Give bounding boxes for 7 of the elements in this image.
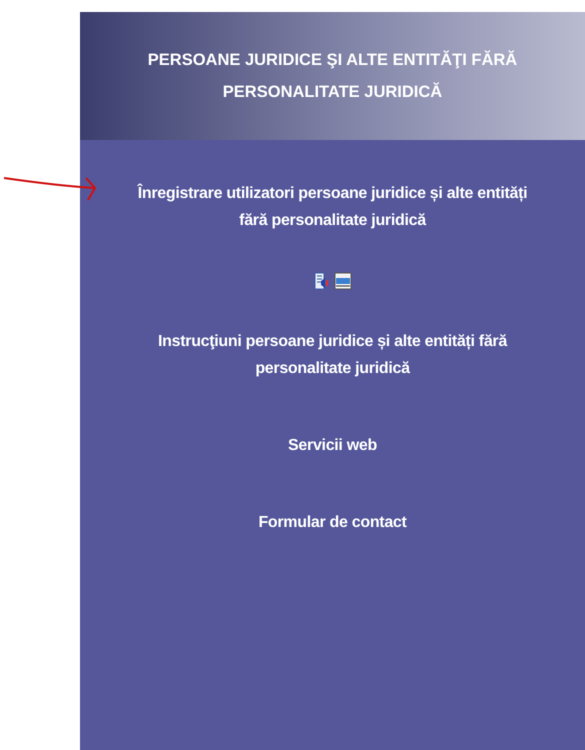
menu-link[interactable]: Formular de contact [258,509,407,536]
html-document-icon[interactable] [334,272,352,290]
audio-document-icon[interactable] [314,272,330,290]
header-title: PERSOANE JURIDICE ŞI ALTE ENTITĂŢI FĂRĂ PERSONALITATE JURIDICĂ [146,49,518,103]
menu-link[interactable]: Înregistrare utilizatori persoane juridice și alte entități fără personalitate juridică [125,180,540,234]
menu-link[interactable]: Instrucţiuni persoane juridice și alte entități fără personalitate juridică [125,328,540,382]
menu-link[interactable]: Servicii web [288,432,377,459]
